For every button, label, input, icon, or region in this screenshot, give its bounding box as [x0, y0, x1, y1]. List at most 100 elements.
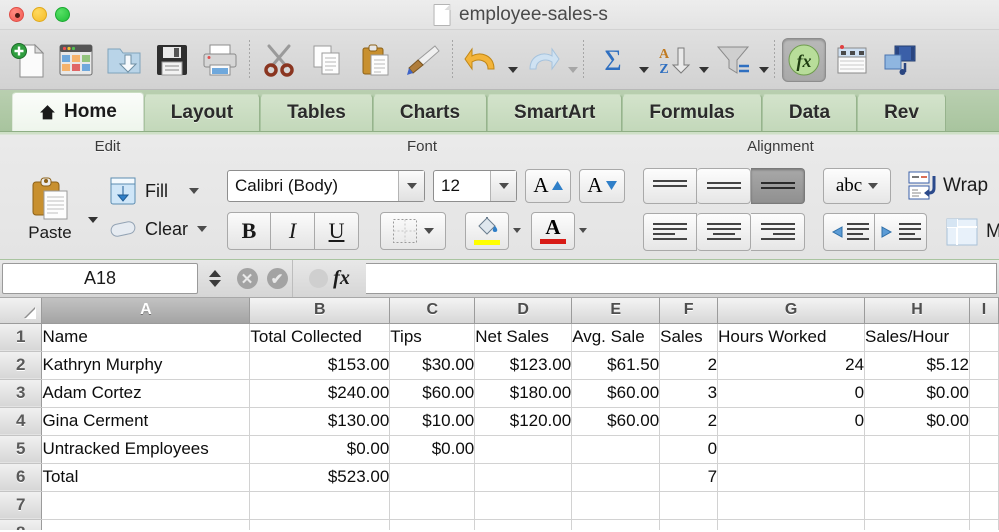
row-header-6[interactable]: 6 — [0, 463, 43, 492]
cell-H6[interactable] — [864, 463, 970, 492]
zoom-button[interactable] — [55, 7, 70, 22]
cell-E7[interactable] — [571, 491, 661, 520]
save-button[interactable] — [148, 34, 196, 86]
font-name-combo[interactable]: Calibri (Body) — [227, 169, 426, 202]
tab-layout[interactable]: Layout — [143, 94, 261, 131]
redo-dropdown-caret[interactable] — [568, 67, 578, 73]
row-header-3[interactable]: 3 — [0, 379, 43, 408]
cell-H5[interactable] — [864, 435, 970, 464]
align-left-button[interactable] — [643, 212, 698, 251]
cell-G1[interactable]: Hours Worked — [717, 323, 866, 352]
cell-A3[interactable]: Adam Cortez — [41, 379, 251, 408]
undo-dropdown-caret[interactable] — [508, 67, 518, 73]
cell-D5[interactable] — [474, 435, 573, 464]
align-bottom-button[interactable] — [751, 167, 806, 204]
filter-button[interactable] — [709, 34, 757, 86]
tab-review[interactable]: Rev — [857, 94, 946, 131]
cell-E1[interactable]: Avg. Sale — [571, 323, 661, 352]
cell-I4[interactable] — [969, 407, 999, 436]
column-header-g[interactable]: G — [717, 298, 866, 324]
cell-G8[interactable] — [717, 519, 866, 530]
bold-button[interactable]: B — [227, 211, 272, 250]
fill-color-dropdown-caret[interactable] — [513, 228, 522, 233]
orientation-button[interactable]: abc — [823, 167, 892, 204]
print-button[interactable] — [196, 34, 244, 86]
autosum-dropdown-caret[interactable] — [639, 67, 649, 73]
cell-A4[interactable]: Gina Cerment — [41, 407, 251, 436]
cell-A7[interactable] — [41, 491, 251, 520]
cell-E4[interactable]: $60.00 — [571, 407, 661, 436]
row-header-8[interactable]: 8 — [0, 519, 43, 530]
filter-dropdown-caret[interactable] — [759, 67, 769, 73]
cell-E3[interactable]: $60.00 — [571, 379, 661, 408]
fill-color-button[interactable] — [465, 211, 510, 250]
grow-font-button[interactable]: A — [525, 168, 572, 203]
cell-D4[interactable]: $120.00 — [474, 407, 573, 436]
cell-C3[interactable]: $60.00 — [389, 379, 476, 408]
cell-B4[interactable]: $130.00 — [249, 407, 391, 436]
format-painter-button[interactable] — [399, 34, 447, 86]
cell-G5[interactable] — [717, 435, 866, 464]
name-box[interactable]: A18 — [2, 263, 198, 294]
column-header-e[interactable]: E — [571, 298, 661, 324]
cancel-entry-button[interactable]: ✕ — [232, 260, 262, 297]
row-header-4[interactable]: 4 — [0, 407, 43, 436]
autosum-button[interactable]: Σ — [589, 34, 637, 86]
font-name-dropdown[interactable] — [398, 170, 425, 201]
toolbox-button[interactable] — [828, 34, 876, 86]
paste-button[interactable] — [351, 34, 399, 86]
cell-C4[interactable]: $10.00 — [389, 407, 476, 436]
fill-control[interactable]: Fill — [108, 176, 207, 206]
cell-B5[interactable]: $0.00 — [249, 435, 391, 464]
cell-G2[interactable]: 24 — [717, 351, 866, 380]
cell-B1[interactable]: Total Collected — [249, 323, 391, 352]
cell-A8[interactable] — [41, 519, 251, 530]
clear-control[interactable]: Clear — [108, 216, 208, 242]
orientation-dropdown-caret[interactable] — [868, 182, 879, 189]
wrap-text-control[interactable]: Wrap — [907, 170, 988, 202]
increase-indent-button[interactable] — [875, 212, 928, 251]
cell-A6[interactable]: Total — [41, 463, 251, 492]
shrink-font-button[interactable]: A — [579, 168, 626, 203]
select-all-corner[interactable] — [0, 298, 43, 324]
align-middle-button[interactable] — [697, 167, 752, 204]
redo-button[interactable] — [518, 34, 566, 86]
insert-function-button[interactable]: fx — [292, 260, 366, 297]
column-header-i[interactable]: I — [969, 298, 999, 324]
cell-B2[interactable]: $153.00 — [249, 351, 391, 380]
cell-F7[interactable] — [659, 491, 719, 520]
font-size-dropdown[interactable] — [490, 170, 517, 201]
cell-I3[interactable] — [969, 379, 999, 408]
name-box-stepper[interactable] — [198, 260, 232, 297]
cell-G6[interactable] — [717, 463, 866, 492]
fill-dropdown-caret[interactable] — [189, 188, 199, 194]
template-gallery-button[interactable] — [52, 34, 100, 86]
cell-D6[interactable] — [474, 463, 573, 492]
column-header-d[interactable]: D — [474, 298, 573, 324]
column-header-a[interactable]: A — [41, 298, 251, 324]
tab-home[interactable]: Home — [12, 92, 144, 131]
cell-I2[interactable] — [969, 351, 999, 380]
sort-dropdown-caret[interactable] — [699, 67, 709, 73]
cell-I7[interactable] — [969, 491, 999, 520]
cell-F5[interactable]: 0 — [659, 435, 719, 464]
cell-G7[interactable] — [717, 491, 866, 520]
tab-formulas[interactable]: Formulas — [622, 94, 762, 131]
align-center-button[interactable] — [697, 212, 752, 251]
cell-A2[interactable]: Kathryn Murphy — [41, 351, 251, 380]
cell-G3[interactable]: 0 — [717, 379, 866, 408]
tab-data[interactable]: Data — [761, 94, 858, 131]
align-top-button[interactable] — [643, 167, 698, 204]
row-header-7[interactable]: 7 — [0, 491, 43, 520]
font-size-combo[interactable]: 12 — [433, 169, 518, 202]
cell-C7[interactable] — [389, 491, 476, 520]
row-header-2[interactable]: 2 — [0, 351, 43, 380]
cell-E5[interactable] — [571, 435, 661, 464]
paste-control[interactable]: Paste — [14, 175, 86, 243]
tab-smartart[interactable]: SmartArt — [487, 94, 623, 131]
cell-I8[interactable] — [969, 519, 999, 530]
cell-A5[interactable]: Untracked Employees — [41, 435, 251, 464]
italic-button[interactable]: I — [271, 211, 316, 250]
cell-B3[interactable]: $240.00 — [249, 379, 391, 408]
column-header-b[interactable]: B — [249, 298, 391, 324]
